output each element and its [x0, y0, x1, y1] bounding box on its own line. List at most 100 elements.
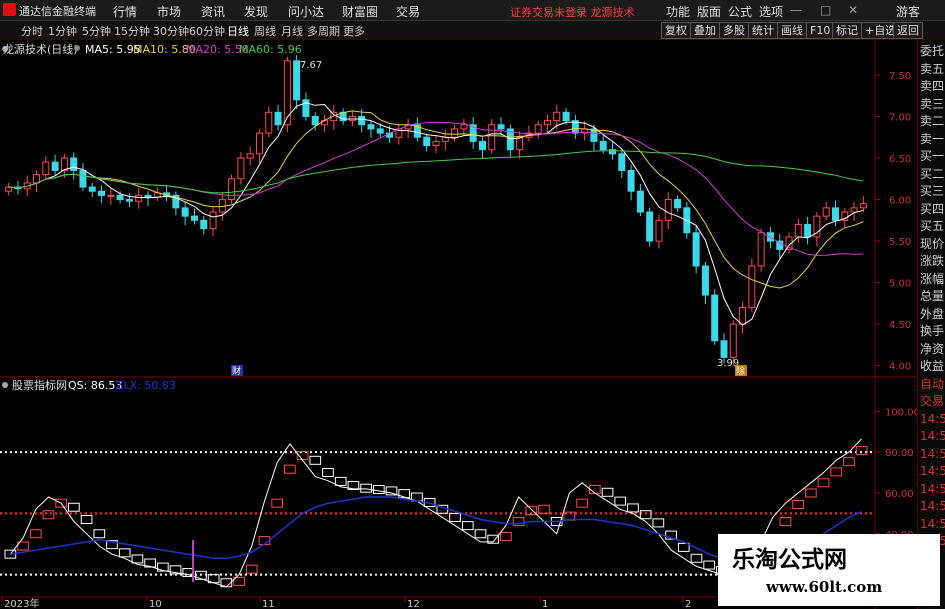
ma-toggle-icon[interactable] — [74, 45, 80, 51]
side-panel-item[interactable]: 收益 — [920, 358, 944, 375]
side-panel-item[interactable]: 委托 — [920, 43, 944, 60]
draw-line-button[interactable]: 画线 — [777, 22, 807, 39]
indicator-bar — [576, 498, 588, 508]
candle-body — [88, 186, 96, 192]
candle-body — [79, 169, 87, 188]
period-tab-more[interactable]: 更多 — [343, 23, 365, 39]
main-chart-title: 龙源技术(日线) — [3, 42, 78, 56]
indicator-bar — [80, 514, 93, 524]
menu-item-discover[interactable]: 发现 — [244, 3, 268, 20]
period-tab-60min[interactable]: 60分钟 — [189, 23, 225, 39]
side-panel-item[interactable]: 买四 — [920, 201, 944, 218]
candle-body — [265, 111, 273, 134]
watermark-title: 乐淘公式网 — [732, 547, 847, 573]
candle-body — [822, 207, 830, 217]
side-panel-item[interactable]: 卖四 — [920, 78, 944, 95]
side-panel-item[interactable]: 买三 — [920, 183, 944, 200]
window-close-icon[interactable]: ✕ — [848, 3, 858, 17]
candle-body — [692, 232, 700, 267]
menu-item-options[interactable]: 选项 — [759, 3, 783, 20]
indicator-bar — [601, 487, 614, 497]
period-tab-monthly[interactable]: 月线 — [281, 23, 303, 39]
candlestick-series — [5, 54, 867, 365]
window-min-icon[interactable]: — — [790, 3, 802, 17]
statistics-button[interactable]: 统计 — [748, 22, 778, 39]
period-tab-15min[interactable]: 15分钟 — [114, 23, 150, 39]
app-title: 通达信金融终端 — [19, 5, 96, 18]
chart-area[interactable]: 7.50 7.00 6.50 6.00 5.50 5.00 4.50 4.00 100.00 8… — [0, 40, 917, 609]
side-panel-item[interactable]: 总量 — [920, 288, 944, 305]
side-panel-item[interactable]: 卖三 — [920, 96, 944, 113]
back-button[interactable]: 返回 — [893, 22, 923, 39]
side-panel-item[interactable]: 买二 — [920, 166, 944, 183]
side-panel-item[interactable]: 14:56 — [920, 481, 945, 498]
indicator-bar — [677, 542, 690, 552]
side-panel-item[interactable]: 外盘 — [920, 306, 944, 323]
menu-item-market[interactable]: 行情 — [113, 3, 137, 20]
candle-body — [776, 240, 784, 250]
side-panel-item[interactable]: 换手 — [920, 323, 944, 340]
main-ytick-label: 7.00 — [889, 112, 911, 123]
side-panel-item[interactable]: 14:55 — [920, 446, 945, 463]
indicator-bar — [652, 518, 665, 528]
side-panel-item[interactable]: 14:55 — [920, 428, 945, 445]
menu-item-guest[interactable]: 游客 — [896, 3, 920, 20]
indicator-bar — [804, 488, 817, 498]
menu-item-ask[interactable]: 问小达 — [288, 3, 324, 20]
mark-button[interactable]: 标记 — [832, 22, 862, 39]
period-tab-daily[interactable]: 日线 — [227, 23, 249, 39]
menu-item-news[interactable]: 资讯 — [201, 3, 225, 20]
side-panel-item[interactable]: 净资 — [920, 341, 944, 358]
candle-body — [190, 215, 198, 221]
indicator-bar — [614, 496, 627, 506]
period-tab-1min[interactable]: 1分钟 — [48, 23, 77, 39]
side-panel-item[interactable]: 卖一 — [920, 131, 944, 148]
overlay-button[interactable]: 叠加 — [690, 22, 720, 39]
side-panel-item[interactable]: 卖二 — [920, 113, 944, 130]
side-panel-item[interactable]: 14:56 — [920, 516, 945, 533]
side-panel-item[interactable]: 买五 — [920, 218, 944, 235]
indicator-bar — [474, 529, 487, 539]
menu-item-formula[interactable]: 公式 — [728, 3, 752, 20]
indicator-bar — [322, 468, 334, 478]
menu-item-trade[interactable]: 交易 — [396, 3, 420, 20]
candle-body — [488, 124, 496, 151]
restore-rights-button[interactable]: 复权 — [661, 22, 691, 39]
f10-button[interactable]: F10 — [806, 22, 835, 39]
menu-item-wealth[interactable]: 财富圈 — [342, 3, 378, 20]
period-tab-multi[interactable]: 多周期 — [307, 23, 340, 39]
main-yaxis: 7.50 7.00 6.50 6.00 5.50 5.00 4.50 4.00 — [875, 71, 911, 373]
candle-body — [590, 128, 598, 142]
period-tab-weekly[interactable]: 周线 — [254, 23, 276, 39]
period-toolbar: 分时 1分钟 5分钟 15分钟 30分钟 60分钟 日线 周线 月线 多周期 更… — [0, 21, 945, 40]
side-panel-item[interactable]: 自动 — [920, 376, 944, 393]
login-notice[interactable]: 证券交易未登录 龙源技术 — [510, 4, 635, 20]
indicator-bar — [398, 489, 411, 499]
finance-marker-label: 财 — [232, 365, 241, 377]
indicator-bar — [461, 521, 474, 531]
side-panel-item[interactable]: 现价 — [920, 236, 944, 253]
menu-item-exchange[interactable]: 市场 — [157, 3, 181, 20]
indicator-bar — [284, 464, 296, 474]
period-tab-timeshare[interactable]: 分时 — [21, 23, 43, 39]
candle-body — [618, 153, 626, 171]
side-panel-item[interactable]: 14:56 — [920, 498, 945, 515]
side-panel-item[interactable]: 卖五 — [920, 61, 944, 78]
xaxis-label: 12 — [407, 599, 420, 609]
menu-item-function[interactable]: 功能 — [666, 3, 690, 20]
side-panel-item[interactable]: 14:55 — [920, 411, 945, 428]
indicator-settings-icon[interactable] — [2, 382, 8, 388]
window-max-icon[interactable]: □ — [820, 3, 831, 17]
candle-body — [237, 157, 245, 180]
menu-item-layout[interactable]: 版面 — [697, 3, 721, 20]
side-panel-item[interactable]: 14:56 — [920, 463, 945, 480]
side-panel-item[interactable]: 涨跌 — [920, 253, 944, 270]
period-tab-5min[interactable]: 5分钟 — [82, 23, 111, 39]
side-panel-item[interactable]: 交易 — [920, 393, 944, 410]
side-panel-item[interactable]: 涨幅 — [920, 271, 944, 288]
candle-body — [135, 194, 143, 202]
multi-stock-button[interactable]: 多股 — [719, 22, 749, 39]
side-panel-item[interactable]: 买一 — [920, 148, 944, 165]
period-tab-30min[interactable]: 30分钟 — [153, 23, 189, 39]
candle-body — [562, 111, 570, 122]
